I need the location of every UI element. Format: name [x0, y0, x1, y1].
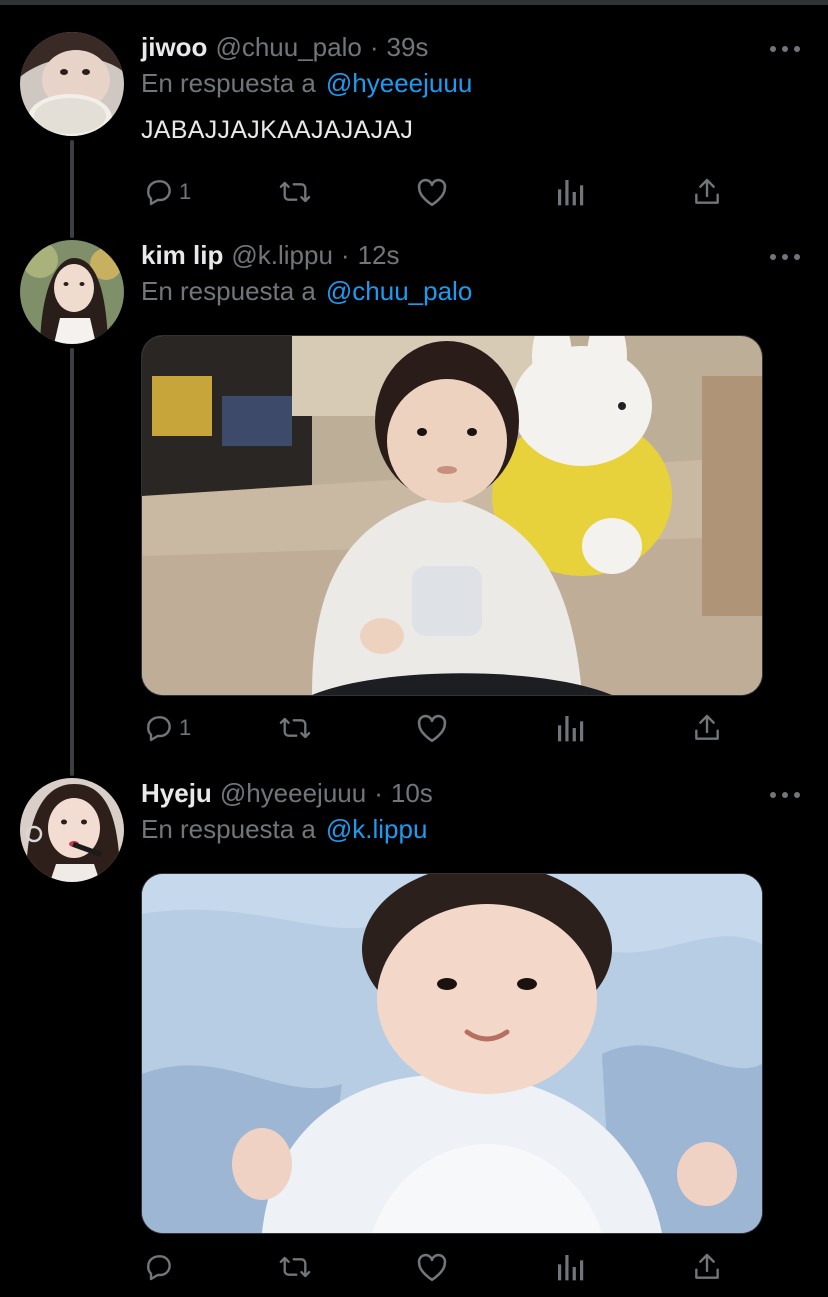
avatar[interactable] [20, 240, 124, 344]
reply-context: En respuesta a @k.lippu [141, 814, 427, 845]
retweet-button[interactable] [277, 174, 313, 210]
analytics-icon [558, 180, 584, 206]
reply-mention-link[interactable]: @chuu_palo [326, 276, 472, 306]
like-button[interactable] [415, 710, 449, 746]
reply-button[interactable]: 1 [143, 710, 191, 746]
reply-icon [147, 716, 171, 742]
retweet-button[interactable] [277, 1249, 313, 1285]
reply-button[interactable]: 1 [143, 174, 191, 210]
separator-dot: · [374, 778, 383, 808]
reply-icon [147, 180, 171, 206]
retweet-icon [279, 1256, 311, 1278]
tweet-photo[interactable] [141, 335, 763, 696]
avatar[interactable] [20, 32, 124, 136]
like-icon [417, 178, 447, 207]
share-button[interactable] [692, 710, 722, 746]
display-name[interactable]: kim lip [141, 240, 223, 271]
tweet-photo[interactable] [141, 873, 763, 1234]
tweet[interactable]: kim lip @k.lippu · 12s En respuesta a @ch… [0, 240, 828, 760]
tweet-text: JABAJJAJKAAJAJAJAJ [141, 116, 414, 144]
avatar[interactable] [20, 778, 124, 882]
action-bar [141, 1249, 741, 1285]
reply-mention-link[interactable]: @hyeeejuuu [326, 68, 472, 98]
user-handle[interactable]: @chuu_palo [215, 32, 361, 63]
share-button[interactable] [692, 174, 722, 210]
share-icon [695, 178, 719, 204]
analytics-icon [558, 1255, 584, 1281]
timestamp[interactable]: 10s [391, 778, 433, 809]
separator-dot: · [369, 32, 379, 62]
user-handle[interactable]: @k.lippu [231, 240, 333, 271]
like-button[interactable] [415, 174, 449, 210]
action-bar: 1 [141, 174, 741, 210]
reply-mention-link[interactable]: @k.lippu [326, 814, 428, 844]
tweet[interactable]: Hyeju @hyeeejuuu · 10s En respuesta a @k.… [0, 778, 828, 1288]
reply-icon [147, 1255, 171, 1281]
separator-dot: · [340, 240, 350, 270]
reply-prefix: En respuesta a [141, 276, 316, 306]
reply-prefix: En respuesta a [141, 814, 316, 844]
reply-prefix: En respuesta a [141, 68, 316, 98]
share-icon [695, 1253, 719, 1279]
timestamp[interactable]: 39s [387, 32, 429, 63]
action-bar: 1 [141, 710, 741, 746]
analytics-icon [558, 716, 584, 742]
user-handle[interactable]: @hyeeejuuu [220, 778, 366, 809]
retweet-icon [279, 717, 311, 739]
share-button[interactable] [692, 1249, 722, 1285]
retweet-icon [279, 181, 311, 203]
analytics-button[interactable] [555, 1249, 585, 1285]
display-name[interactable]: jiwoo [141, 32, 207, 63]
tweet[interactable]: jiwoo @chuu_palo · 39s En respuesta a @hy… [0, 32, 828, 212]
more-icon[interactable] [770, 788, 800, 802]
more-icon[interactable] [770, 42, 800, 56]
analytics-button[interactable] [555, 174, 585, 210]
share-icon [695, 714, 719, 740]
like-button[interactable] [415, 1249, 449, 1285]
reply-button[interactable] [143, 1249, 179, 1285]
top-divider [0, 0, 828, 5]
more-icon[interactable] [770, 250, 800, 264]
analytics-button[interactable] [555, 710, 585, 746]
reply-context: En respuesta a @hyeeejuuu [141, 68, 472, 99]
like-icon [417, 1253, 447, 1282]
reply-context: En respuesta a @chuu_palo [141, 276, 472, 307]
reply-count: 1 [179, 715, 192, 740]
timestamp[interactable]: 12s [358, 240, 400, 271]
retweet-button[interactable] [277, 710, 313, 746]
display-name[interactable]: Hyeju [141, 778, 212, 809]
like-icon [417, 714, 447, 743]
reply-count: 1 [179, 179, 192, 204]
